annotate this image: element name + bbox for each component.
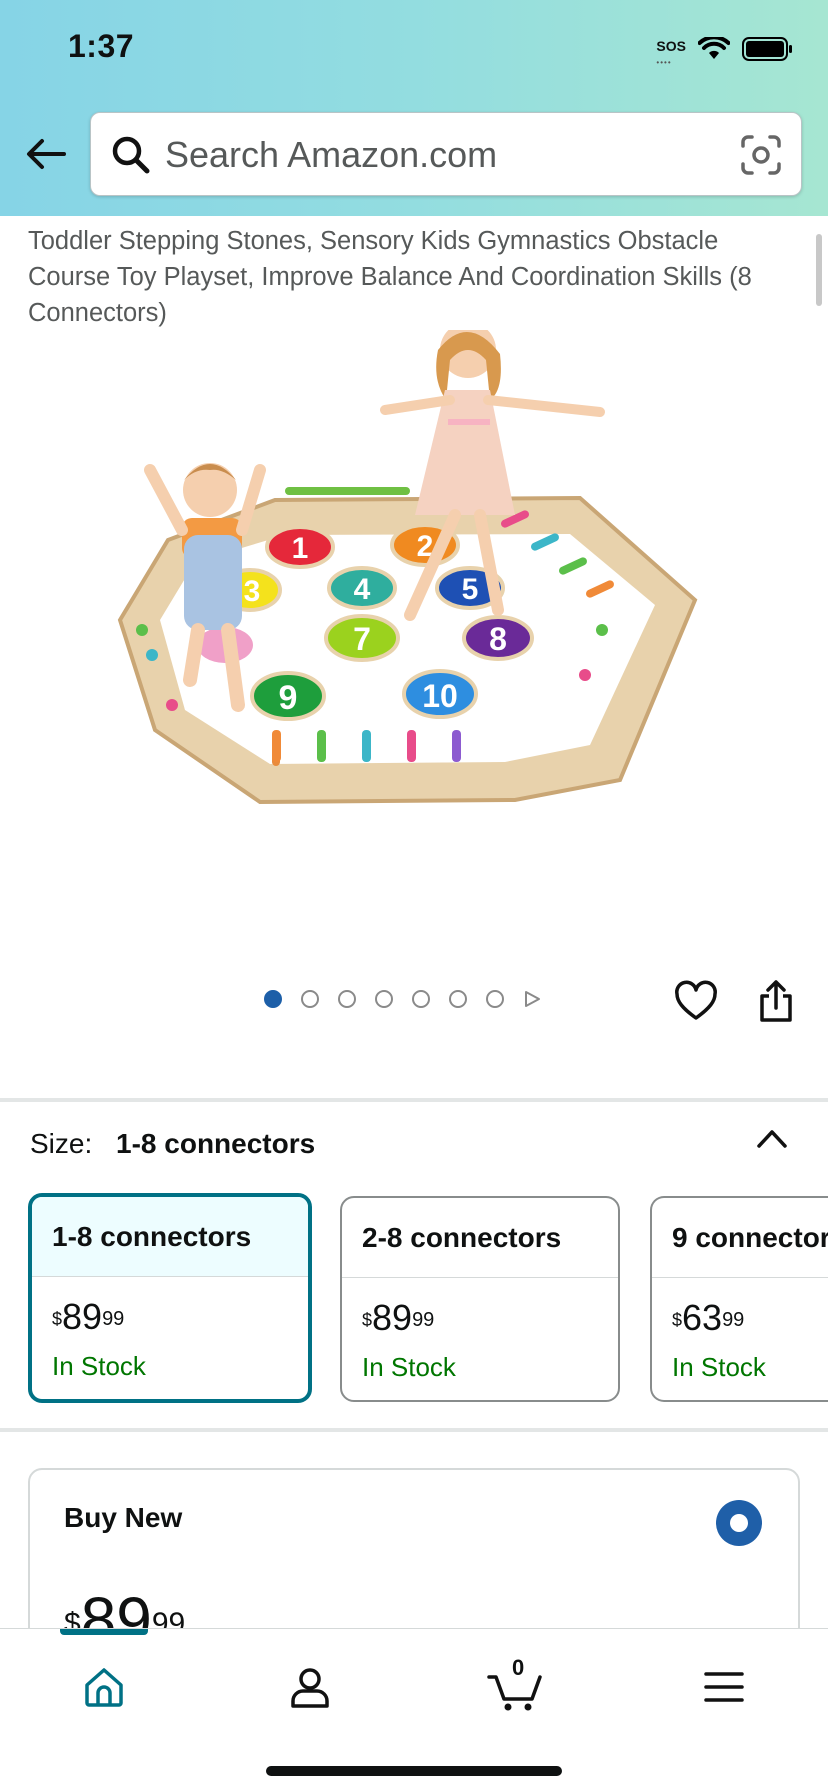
stock-status: In Stock [672,1352,766,1382]
svg-text:5: 5 [462,573,479,606]
home-icon [85,1668,123,1707]
hamburger-menu-icon [704,1672,744,1702]
section-divider [0,1098,828,1102]
size-option-name: 2-8 connectors [342,1198,618,1278]
cart-count-badge: 0 [512,1655,525,1680]
buy-new-title: Buy New [64,1502,183,1533]
size-option-price: $6399 [652,1300,828,1336]
nav-menu[interactable] [694,1657,754,1717]
search-bar[interactable] [90,112,802,196]
svg-text:1: 1 [292,532,309,565]
active-tab-indicator [60,1629,148,1635]
size-option-card[interactable]: 2-8 connectors $8999 In Stock [340,1196,620,1402]
carousel-dot[interactable] [449,990,467,1008]
signal-dots: •••• [656,58,672,67]
price-whole: 63 [682,1297,723,1338]
section-divider [0,1428,828,1432]
carousel-dot[interactable] [264,990,282,1008]
currency-symbol: $ [362,1310,373,1330]
chevron-up-icon[interactable] [754,1124,790,1152]
search-input[interactable] [165,129,705,181]
search-icon [112,136,150,174]
nav-account[interactable] [280,1657,340,1717]
header: 1:37 SOS •••• [0,0,828,216]
sos-indicator: SOS •••• [656,38,686,67]
back-arrow-icon [27,139,66,169]
camera-lens-icon[interactable] [739,133,783,177]
home-indicator [266,1766,562,1776]
svg-text:8: 8 [489,621,507,657]
price-whole: 89 [372,1297,413,1338]
video-play-icon[interactable] [523,990,541,1008]
buy-new-radio[interactable] [716,1500,762,1546]
currency-symbol: $ [672,1310,683,1330]
product-title[interactable]: Toddler Stepping Stones, Sensory Kids Gy… [28,223,768,331]
sos-label: SOS [656,38,686,54]
size-option-card[interactable]: 9 connectors $6399 In Stock [650,1196,828,1402]
carousel-dot[interactable] [375,990,393,1008]
status-icons: SOS •••• [656,34,794,67]
svg-text:7: 7 [353,621,371,657]
currency-symbol: $ [52,1309,63,1329]
stock-status: In Stock [362,1352,456,1382]
scrollbar[interactable] [816,234,822,306]
back-button[interactable] [24,132,68,176]
image-carousel-dots[interactable] [264,990,541,1008]
carousel-dot[interactable] [486,990,504,1008]
nav-home[interactable] [74,1657,134,1717]
price-whole: 89 [62,1296,103,1337]
size-option-price: $8999 [342,1300,618,1336]
battery-icon [742,37,792,61]
svg-text:9: 9 [279,679,298,717]
heart-icon[interactable] [674,980,718,1024]
svg-text:3: 3 [244,575,261,608]
carousel-dot[interactable] [412,990,430,1008]
stock-status: In Stock [52,1351,146,1381]
nav-cart[interactable]: 0 [486,1655,546,1717]
size-selected-value: 1-8 connectors [116,1128,316,1159]
svg-text:10: 10 [422,678,458,714]
size-label: Size: [30,1128,93,1159]
price-cents: 99 [412,1309,435,1331]
size-option-price: $8999 [32,1299,308,1335]
product-image[interactable]: 1 2 3 4 5 7 8 9 10 [110,330,720,920]
user-icon [291,1668,329,1708]
size-option-name: 1-8 connectors [32,1197,308,1277]
price-cents: 99 [722,1309,745,1331]
status-time: 1:37 [68,28,135,64]
size-selector-header: Size: 1-8 connectors [30,1128,315,1160]
carousel-dot[interactable] [338,990,356,1008]
size-option-name: 9 connectors [652,1198,828,1278]
carousel-dot[interactable] [301,990,319,1008]
size-option-card[interactable]: 1-8 connectors $8999 In Stock [28,1193,312,1403]
wifi-icon [698,37,730,59]
svg-text:4: 4 [354,573,371,606]
price-cents: 99 [102,1308,125,1330]
share-icon[interactable] [756,978,796,1024]
